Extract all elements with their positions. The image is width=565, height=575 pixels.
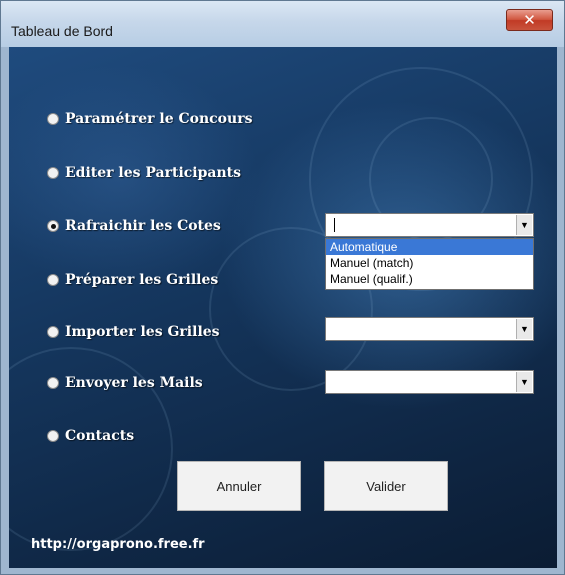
- radio-button[interactable]: [47, 113, 59, 125]
- cotes-combo[interactable]: ▼: [325, 213, 534, 237]
- text-caret: [334, 218, 335, 232]
- option-importer-grilles[interactable]: Importer les Grilles: [47, 322, 220, 342]
- radio-button[interactable]: [47, 167, 59, 179]
- cotes-dropdown-list[interactable]: Automatique Manuel (match) Manuel (quali…: [325, 238, 534, 290]
- option-contacts[interactable]: Contacts: [47, 426, 134, 446]
- option-rafraichir-cotes[interactable]: Rafraichir les Cotes: [47, 216, 221, 236]
- option-label: Envoyer les Mails: [65, 375, 203, 391]
- window-title: Tableau de Bord: [11, 23, 113, 39]
- option-label: Paramétrer le Concours: [65, 111, 253, 127]
- title-bar[interactable]: Tableau de Bord ✕: [1, 1, 564, 47]
- dropdown-button[interactable]: ▼: [516, 372, 532, 392]
- validate-button[interactable]: Valider: [324, 461, 448, 511]
- chevron-down-icon: ▼: [520, 377, 529, 387]
- list-item-manuel-match[interactable]: Manuel (match): [326, 255, 533, 271]
- radio-button[interactable]: [47, 377, 59, 389]
- close-icon: ✕: [523, 11, 536, 29]
- close-button[interactable]: ✕: [506, 9, 553, 31]
- dropdown-button[interactable]: ▼: [516, 215, 532, 235]
- dashboard-panel: Paramétrer le Concours Editer les Partic…: [9, 47, 557, 568]
- option-label: Editer les Participants: [65, 165, 241, 181]
- option-editer-participants[interactable]: Editer les Participants: [47, 163, 241, 183]
- importer-combo[interactable]: ▼: [325, 317, 534, 341]
- option-label: Importer les Grilles: [65, 324, 220, 340]
- radio-button-selected[interactable]: [47, 220, 59, 232]
- list-item-manuel-qualif[interactable]: Manuel (qualif.): [326, 271, 533, 287]
- option-envoyer-mails[interactable]: Envoyer les Mails: [47, 373, 203, 393]
- option-preparer-grilles[interactable]: Préparer les Grilles: [47, 270, 218, 290]
- option-label: Préparer les Grilles: [65, 272, 219, 288]
- radio-button[interactable]: [47, 326, 59, 338]
- dropdown-button[interactable]: ▼: [516, 319, 532, 339]
- radio-button[interactable]: [47, 430, 59, 442]
- cancel-button[interactable]: Annuler: [177, 461, 301, 511]
- radio-button[interactable]: [47, 274, 59, 286]
- dialog-window: Tableau de Bord ✕ Paramétrer le Concours…: [0, 0, 565, 575]
- footer-url: http://orgaprono.free.fr: [31, 537, 205, 552]
- chevron-down-icon: ▼: [520, 324, 529, 334]
- list-item-automatique[interactable]: Automatique: [326, 239, 533, 255]
- chevron-down-icon: ▼: [520, 220, 529, 230]
- option-parametrer-concours[interactable]: Paramétrer le Concours: [47, 109, 252, 129]
- envoyer-combo[interactable]: ▼: [325, 370, 534, 394]
- option-label: Rafraichir les Cotes: [65, 218, 221, 234]
- option-label: Contacts: [65, 428, 135, 444]
